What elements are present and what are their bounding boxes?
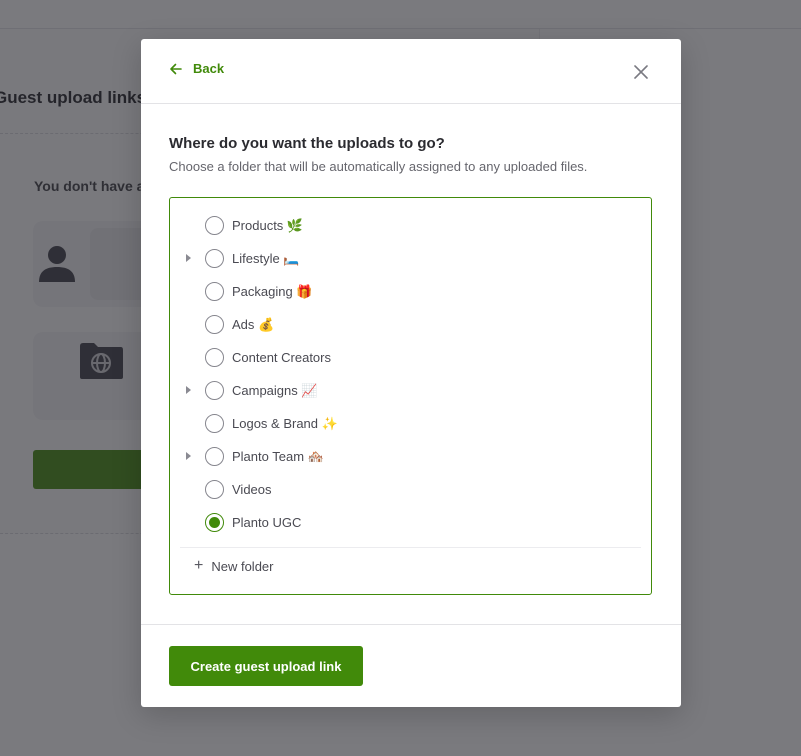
radio-unchecked[interactable]: [205, 282, 224, 301]
folder-name: Packaging 🎁: [232, 284, 313, 299]
close-icon[interactable]: [632, 63, 650, 81]
radio-unchecked[interactable]: [205, 249, 224, 268]
folder-option[interactable]: Products 🌿: [170, 209, 651, 242]
radio-checked[interactable]: [205, 513, 224, 532]
radio-unchecked[interactable]: [205, 480, 224, 499]
radio-unchecked[interactable]: [205, 414, 224, 433]
folder-option[interactable]: Planto Team 🏘️: [170, 440, 651, 473]
folder-option[interactable]: Content Creators: [170, 341, 651, 374]
expand-caret-icon[interactable]: [186, 386, 191, 394]
arrow-left-icon: [170, 63, 182, 74]
create-guest-upload-link-button[interactable]: Create guest upload link: [169, 646, 363, 686]
modal-body: Where do you want the uploads to go? Cho…: [141, 104, 681, 595]
folder-name: Planto UGC: [232, 515, 302, 530]
new-folder-label: New folder: [211, 558, 274, 574]
folder-name: Lifestyle 🛏️: [232, 251, 300, 266]
folder-option[interactable]: Ads 💰: [170, 308, 651, 341]
folder-option[interactable]: Campaigns 📈: [170, 374, 651, 407]
radio-unchecked[interactable]: [205, 216, 224, 235]
folder-name: Campaigns 📈: [232, 383, 318, 398]
question-description: Choose a folder that will be automatical…: [169, 159, 588, 174]
radio-unchecked[interactable]: [205, 447, 224, 466]
folder-name: Products 🌿: [232, 218, 304, 233]
folder-name: Ads 💰: [232, 317, 275, 332]
radio-unchecked[interactable]: [205, 348, 224, 367]
folder-name: Videos: [232, 482, 272, 497]
folder-option[interactable]: Logos & Brand ✨: [170, 407, 651, 440]
folder-name: Planto Team 🏘️: [232, 449, 324, 464]
folder-option[interactable]: Packaging 🎁: [170, 275, 651, 308]
folder-name: Content Creators: [232, 350, 331, 365]
question-heading: Where do you want the uploads to go?: [169, 135, 445, 152]
expand-caret-icon[interactable]: [186, 452, 191, 460]
new-folder-button[interactable]: + New folder: [170, 548, 651, 574]
modal-header: Back: [141, 39, 681, 104]
folder-option[interactable]: Lifestyle 🛏️: [170, 242, 651, 275]
plus-icon: +: [194, 557, 204, 574]
back-label: Back: [193, 61, 225, 76]
modal-footer: Create guest upload link: [141, 624, 681, 707]
folder-list: Products 🌿 Lifestyle 🛏️ Packaging 🎁 Ads 💰 Co…: [169, 197, 652, 595]
radio-unchecked[interactable]: [205, 381, 224, 400]
folder-option[interactable]: Planto UGC: [170, 506, 651, 539]
folder-select-modal: Back Where do you want the uploads to go…: [141, 39, 681, 707]
radio-unchecked[interactable]: [205, 315, 224, 334]
expand-caret-icon[interactable]: [186, 254, 191, 262]
folder-option[interactable]: Videos: [170, 473, 651, 506]
back-button[interactable]: Back: [169, 61, 224, 76]
folder-name: Logos & Brand ✨: [232, 416, 338, 431]
